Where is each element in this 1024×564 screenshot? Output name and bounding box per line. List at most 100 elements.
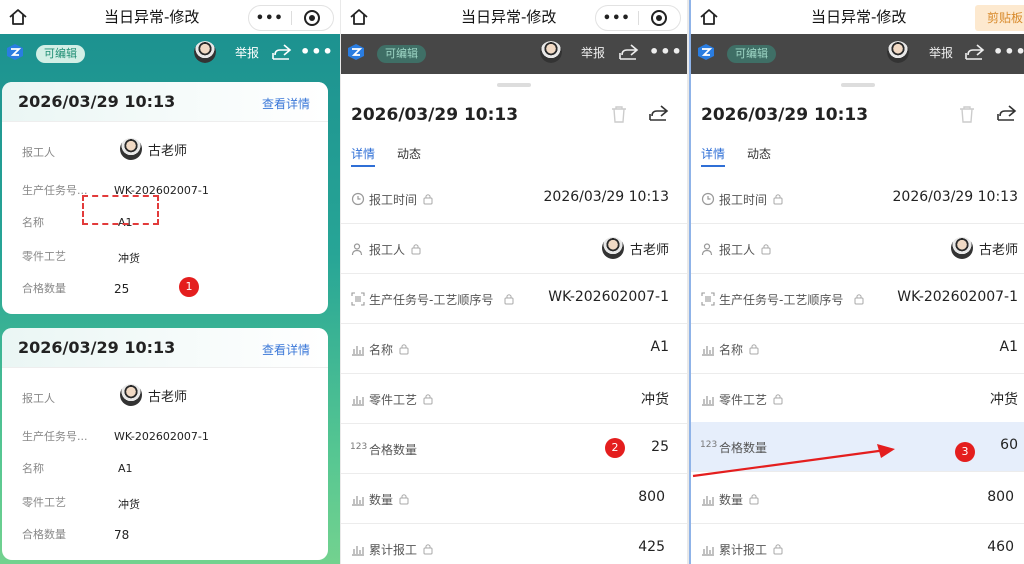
field-row-qualified-qty[interactable]: 123 合格数量 25 2 — [341, 424, 687, 474]
field-row-cumulative[interactable]: 累计报工 425 — [341, 524, 687, 564]
field-row-report-time[interactable]: 报工时间 2026/03/29 10:13 — [691, 174, 1024, 224]
lock-icon — [399, 494, 409, 505]
field-row-quantity[interactable]: 数量 800 — [691, 474, 1024, 524]
more-button[interactable]: ••• — [649, 42, 683, 61]
card-datetime: 2026/03/29 10:13 — [18, 92, 176, 111]
highlight-box — [82, 195, 159, 225]
person-icon — [351, 243, 363, 256]
page-title: 当日异常-修改 — [461, 8, 557, 26]
field-row-name[interactable]: 名称 A1 — [691, 324, 1024, 374]
field-row-part-process[interactable]: 零件工艺 冲货 — [691, 374, 1024, 424]
page-title: 当日异常-修改 — [811, 8, 907, 26]
tab-details[interactable]: 详情 — [351, 145, 375, 162]
trash-icon[interactable] — [959, 105, 975, 123]
field-row-quantity[interactable]: 数量 800 — [341, 474, 687, 524]
share-icon[interactable] — [617, 42, 639, 62]
nav-bar: 当日异常-修改 ••• — [0, 0, 340, 34]
app-toolbar: 可编辑 举报 ••• — [0, 34, 340, 74]
trash-icon[interactable] — [611, 105, 627, 123]
qualified-qty-value: 25 — [114, 282, 130, 296]
mini-program-capsule: ••• — [248, 5, 334, 31]
tab-activity[interactable]: 动态 — [747, 145, 771, 162]
bar-chart-icon — [352, 396, 364, 406]
app-toolbar: 可编辑 举报 ••• — [341, 34, 687, 74]
lock-icon — [854, 294, 864, 305]
sheet-handle[interactable] — [841, 83, 875, 87]
detail-panel-before: 当日异常-修改 ••• 可编辑 举报 ••• 2026/03/29 10:13 … — [341, 0, 687, 564]
field-row-task-no[interactable]: 生产任务号-工艺顺序号 WK-202602007-1 — [691, 274, 1024, 324]
user-avatar[interactable] — [540, 41, 562, 63]
report-button[interactable]: 举报 — [581, 44, 605, 61]
lock-icon — [749, 494, 759, 505]
capsule-more-button[interactable]: ••• — [596, 11, 638, 26]
field-row-report-time[interactable]: 报工时间 2026/03/29 10:13 — [341, 174, 687, 224]
field-label: 生产任务号... — [22, 430, 88, 443]
qualified-qty-value: 25 — [651, 439, 669, 455]
field-row-part-process[interactable]: 零件工艺 冲货 — [341, 374, 687, 424]
bar-chart-icon — [352, 546, 364, 556]
bar-chart-icon — [702, 346, 714, 356]
more-button[interactable]: ••• — [300, 42, 334, 61]
detail-datetime: 2026/03/29 10:13 — [701, 105, 869, 125]
field-row-task-no[interactable]: 生产任务号-工艺顺序号 WK-202602007-1 — [341, 274, 687, 324]
capsule-more-button[interactable]: ••• — [249, 11, 291, 26]
field-value: WK-202602007-1 — [114, 430, 209, 443]
detail-datetime: 2026/03/29 10:13 — [351, 105, 519, 125]
field-row-reporter[interactable]: 报工人 古老师 — [691, 224, 1024, 274]
clock-icon — [701, 192, 715, 206]
step-marker: 3 — [955, 442, 975, 462]
page-title: 当日异常-修改 — [104, 8, 200, 26]
field-label: 合格数量 — [22, 282, 66, 295]
reporter-avatar — [120, 384, 142, 406]
field-row-name[interactable]: 名称 A1 — [341, 324, 687, 374]
sheet-handle[interactable] — [497, 83, 531, 87]
lock-icon — [399, 344, 409, 355]
list-card[interactable]: 2026/03/29 10:13 查看详情 报工人 古老师 生产任务号... W… — [2, 328, 328, 560]
share-icon[interactable] — [995, 103, 1017, 123]
home-icon[interactable] — [349, 7, 369, 27]
report-button[interactable]: 举报 — [929, 44, 953, 61]
field-label: 名称 — [22, 216, 44, 229]
list-panel: 当日异常-修改 ••• 可编辑 举报 ••• 2026/03/29 10:13 … — [0, 0, 340, 564]
lock-icon — [773, 194, 783, 205]
list-card[interactable]: 2026/03/29 10:13 查看详情 报工人 古老师 生产任务号... W… — [2, 82, 328, 314]
annotation-arrow — [692, 444, 895, 478]
step-marker: 1 — [179, 277, 199, 297]
reporter-avatar — [950, 237, 973, 259]
more-button[interactable]: ••• — [993, 42, 1024, 61]
scan-icon — [351, 292, 365, 306]
share-icon[interactable] — [647, 103, 669, 123]
capsule-close-button[interactable] — [639, 10, 681, 26]
home-icon[interactable] — [8, 7, 28, 27]
bar-chart-icon — [702, 546, 714, 556]
lock-icon — [423, 194, 433, 205]
bar-chart-icon — [702, 396, 714, 406]
share-icon[interactable] — [270, 42, 292, 62]
capsule-close-button[interactable] — [292, 10, 334, 26]
field-label: 生产任务号... — [22, 184, 88, 197]
field-label: 报工人 — [22, 392, 55, 405]
field-row-reporter[interactable]: 报工人 古老师 — [341, 224, 687, 274]
lock-icon — [749, 344, 759, 355]
tab-details[interactable]: 详情 — [701, 145, 725, 162]
share-icon[interactable] — [963, 42, 985, 62]
user-avatar[interactable] — [194, 41, 216, 63]
view-detail-link[interactable]: 查看详情 — [262, 341, 310, 358]
clipboard-button[interactable]: 剪贴板 — [975, 5, 1024, 31]
field-row-cumulative[interactable]: 累计报工 460 — [691, 524, 1024, 564]
tab-activity[interactable]: 动态 — [397, 145, 421, 162]
bar-chart-icon — [352, 346, 364, 356]
lock-icon — [761, 244, 771, 255]
lock-icon — [423, 394, 433, 405]
field-label: 合格数量 — [22, 528, 66, 541]
view-detail-link[interactable]: 查看详情 — [262, 95, 310, 112]
scan-icon — [701, 292, 715, 306]
user-avatar[interactable] — [887, 41, 909, 63]
app-toolbar: 可编辑 举报 ••• — [691, 34, 1024, 74]
lock-icon — [411, 244, 421, 255]
lock-icon — [504, 294, 514, 305]
reporter-value: 古老师 — [120, 138, 187, 160]
home-icon[interactable] — [699, 7, 719, 27]
report-button[interactable]: 举报 — [235, 44, 259, 61]
app-logo-icon — [348, 44, 364, 60]
